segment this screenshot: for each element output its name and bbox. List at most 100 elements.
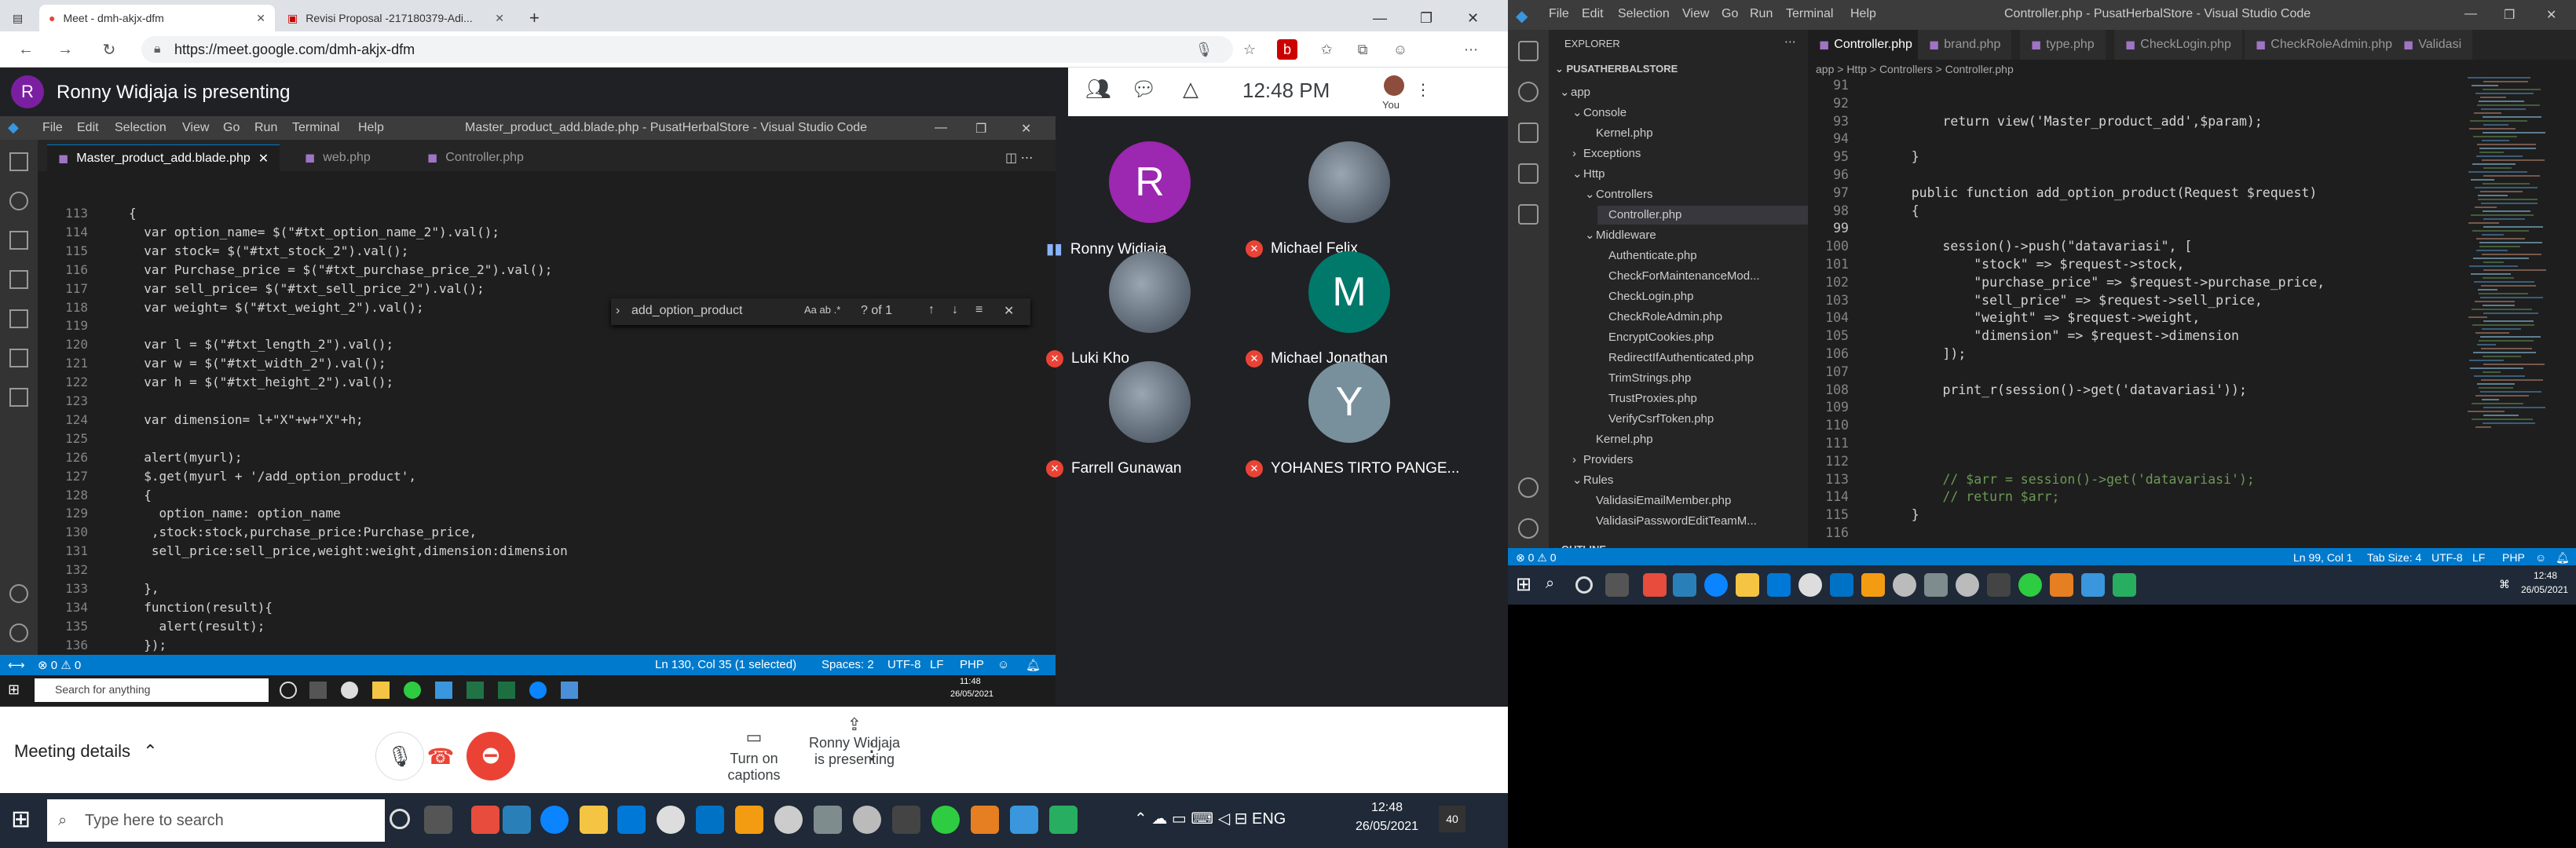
participant-tile[interactable]: Y ✕ YOHANES TIRTO PANGE... xyxy=(1246,353,1459,526)
presenting-status-button[interactable]: ⇪ Ronny Widjaja is presenting xyxy=(776,715,933,768)
menu-help[interactable]: Help xyxy=(1850,7,1876,21)
camera-toggle-button[interactable]: ⛔︎ xyxy=(467,732,515,780)
profile-icon[interactable]: ☺ xyxy=(1390,39,1411,60)
notifications-icon[interactable]: 🔔︎ xyxy=(2556,551,2570,565)
toggle-replace-icon[interactable]: › xyxy=(616,304,620,318)
menu-run[interactable]: Run xyxy=(1750,7,1773,21)
chrome-taskbar-icon[interactable] xyxy=(657,806,685,834)
tree-item[interactable]: Authenticate.php xyxy=(1597,247,1697,265)
tab-web-php[interactable]: ◼ web.php xyxy=(294,144,382,171)
project-header[interactable]: ⌄ PUSATHERBALSTORE xyxy=(1555,63,1678,75)
forward-icon[interactable]: → xyxy=(53,38,77,61)
language-mode[interactable]: PHP xyxy=(960,658,984,671)
more-options-icon[interactable]: ⋮ xyxy=(861,738,883,764)
maximize-icon[interactable]: ❐ xyxy=(975,121,986,137)
encoding[interactable]: UTF-8 xyxy=(887,658,921,671)
tree-item[interactable]: Controller.php xyxy=(1597,206,1808,225)
menu-edit[interactable]: Edit xyxy=(1582,7,1604,21)
search-icon[interactable]: ⌕ xyxy=(1546,575,1554,593)
cortana-icon[interactable] xyxy=(280,682,297,699)
notes-taskbar-icon[interactable] xyxy=(1924,573,1948,597)
xampp-taskbar-icon[interactable] xyxy=(2050,573,2073,597)
tab-type-php[interactable]: ◼ type.php xyxy=(2020,30,2106,60)
chrome-taskbar-icon[interactable] xyxy=(341,682,358,699)
feedback-icon[interactable]: ☺ xyxy=(997,658,1009,671)
store-taskbar-icon[interactable] xyxy=(1673,573,1696,597)
find-in-selection-icon[interactable]: ≡ xyxy=(975,303,982,317)
tree-item[interactable]: TrimStrings.php xyxy=(1597,369,1691,388)
settings-taskbar-icon[interactable] xyxy=(1987,573,2011,597)
minimap[interactable] xyxy=(2468,77,2562,548)
encoding[interactable]: UTF-8 xyxy=(2431,551,2463,564)
close-icon[interactable]: ✕ xyxy=(1021,121,1031,137)
vscode-taskbar-icon[interactable] xyxy=(1010,806,1038,834)
task-view-icon[interactable] xyxy=(1605,573,1629,597)
tree-item[interactable]: RedirectIfAuthenticated.php xyxy=(1597,349,1754,367)
tree-item[interactable]: › Providers xyxy=(1572,451,1633,470)
app2-taskbar-icon[interactable] xyxy=(1861,573,1885,597)
windows-start-icon[interactable]: ⊞ xyxy=(11,806,31,833)
store-taskbar-icon[interactable] xyxy=(503,806,531,834)
minimize-icon[interactable]: — xyxy=(2464,7,2477,21)
shared-code-editor[interactable]: 113 {114 var option_name= $("#txt_option_… xyxy=(0,184,1037,671)
tree-item[interactable]: › Exceptions xyxy=(1572,144,1641,163)
tree-item[interactable]: ValidasiPasswordEditTeamM... xyxy=(1585,512,1757,531)
windows-start-icon[interactable]: ⊞ xyxy=(8,682,20,698)
tab-master-product-add[interactable]: ◼ Master_product_add.blade.php ✕ xyxy=(47,144,280,171)
bookmark-star-icon[interactable]: ☆ xyxy=(1239,39,1260,60)
app2-taskbar-icon[interactable] xyxy=(735,806,763,834)
participant-tile[interactable]: ✕ Farrell Gunawan xyxy=(1046,353,1250,526)
cursor-position[interactable]: Ln 130, Col 35 (1 selected) xyxy=(655,658,796,671)
app-taskbar-icon[interactable] xyxy=(498,682,515,699)
tray-icons[interactable]: ⌃ ☁ ▭ ⌨ ◁ ⊟ ENG xyxy=(1134,809,1286,828)
line-ending[interactable]: LF xyxy=(2472,551,2485,564)
edge-taskbar-icon[interactable] xyxy=(540,806,569,834)
favorites-icon[interactable]: ✩ xyxy=(1316,39,1337,60)
menu-terminal[interactable]: Terminal xyxy=(292,121,339,135)
source-control-icon[interactable] xyxy=(1518,122,1539,143)
chrome-taskbar-icon[interactable] xyxy=(1798,573,1822,597)
settings-gear-icon[interactable] xyxy=(1518,518,1539,539)
task-view-icon[interactable] xyxy=(309,682,327,699)
explorer-icon[interactable] xyxy=(9,152,28,171)
back-icon[interactable]: ← xyxy=(14,38,38,61)
box-taskbar-icon[interactable] xyxy=(561,682,578,699)
chat-icon[interactable]: 💬︎ xyxy=(1131,77,1157,101)
menu-terminal[interactable]: Terminal xyxy=(1786,7,1833,21)
tree-item[interactable]: ⌄app xyxy=(1560,83,1590,102)
notification-center-button[interactable]: 40 xyxy=(1439,806,1465,832)
tree-item[interactable]: ⌄Middleware xyxy=(1585,226,1656,245)
tree-item[interactable]: CheckForMaintenanceMod... xyxy=(1597,267,1760,286)
cortana-icon[interactable] xyxy=(390,809,410,829)
activities-icon[interactable]: △ xyxy=(1183,77,1198,101)
tree-item[interactable]: ⌄Controllers xyxy=(1585,185,1653,204)
edge-taskbar-icon[interactable] xyxy=(529,682,547,699)
network-icon[interactable]: ⌘ xyxy=(2499,578,2510,591)
tree-item[interactable]: VerifyCsrfToken.php xyxy=(1597,410,1714,429)
reload-icon[interactable]: ↻ xyxy=(97,38,121,61)
folder-taskbar-icon[interactable] xyxy=(580,806,608,834)
close-tab-icon[interactable]: ✕ xyxy=(495,12,504,25)
language-mode[interactable]: PHP xyxy=(2502,551,2525,564)
close-tab-icon[interactable]: ✕ xyxy=(256,12,265,25)
split-editor-icon[interactable]: ◫ ⋯ xyxy=(994,144,1045,171)
find-widget[interactable]: › add_option_product Aa ab .* ? of 1 ↑ ↓… xyxy=(611,298,1030,325)
excel-taskbar-icon[interactable] xyxy=(1049,806,1078,834)
problems-count[interactable]: ⊗ 0 ⚠ 0 xyxy=(38,658,81,672)
chrome2-taskbar-icon[interactable] xyxy=(1893,573,1916,597)
cortana-icon[interactable] xyxy=(1575,576,1593,594)
find-input[interactable]: add_option_product xyxy=(631,304,742,318)
tree-item[interactable]: Kernel.php xyxy=(1585,124,1653,143)
chrome3-taskbar-icon[interactable] xyxy=(853,806,881,834)
browser-tab-meet[interactable]: ● Meet - dmh-akjx-dfm ✕ xyxy=(39,5,275,31)
app-taskbar-icon[interactable] xyxy=(471,806,499,834)
hang-up-button[interactable]: ☎︎ xyxy=(416,732,465,780)
vscode-taskbar-icon[interactable] xyxy=(435,682,452,699)
vscode-taskbar-icon[interactable] xyxy=(2081,573,2105,597)
maximize-icon[interactable]: ❐ xyxy=(2504,7,2515,23)
menu-run[interactable]: Run xyxy=(254,121,277,135)
problems-count[interactable]: ⊗ 0 ⚠ 0 xyxy=(1516,551,1557,565)
line-taskbar-icon[interactable] xyxy=(2018,573,2042,597)
chrome2-taskbar-icon[interactable] xyxy=(774,806,803,834)
tab-controller-php[interactable]: ◼ Controller.php ✕ xyxy=(1808,30,1929,60)
